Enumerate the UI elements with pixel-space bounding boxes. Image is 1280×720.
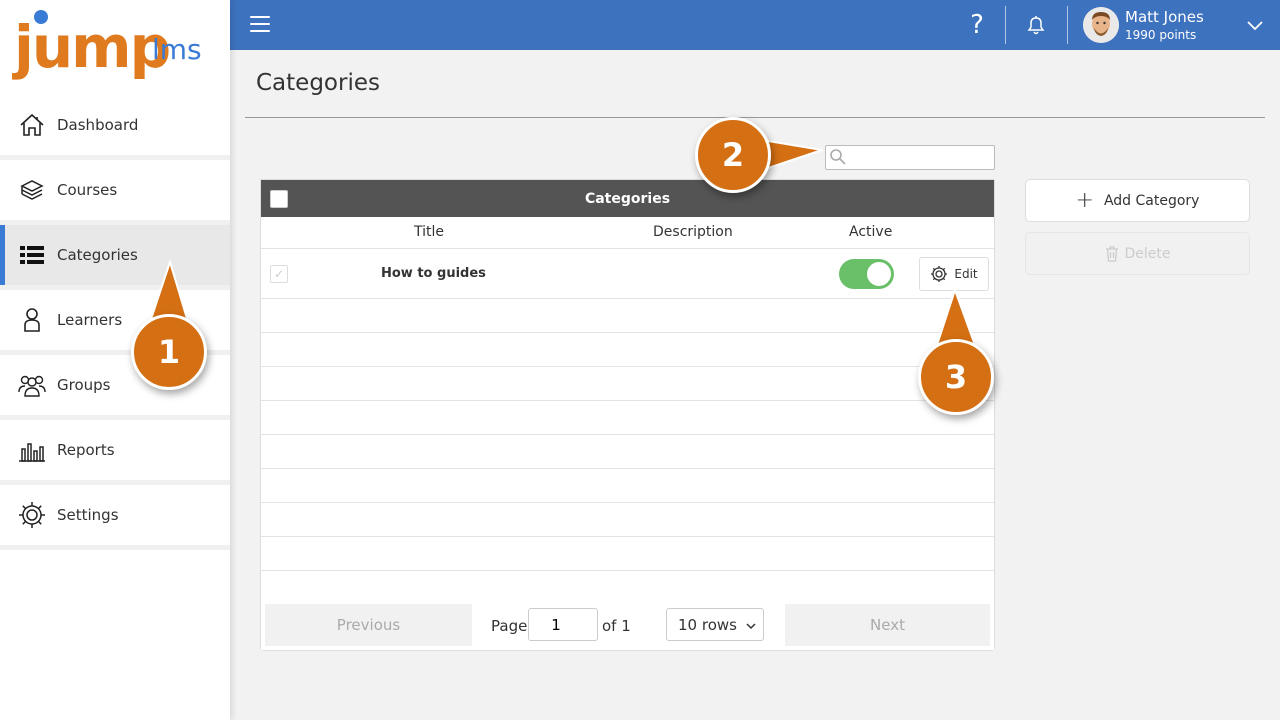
house-icon [18,111,46,139]
bar-chart-icon [18,436,46,464]
empty-row [261,537,994,571]
table-row[interactable]: ✓ How to guides Edit [261,249,994,299]
trash-icon [1105,245,1118,262]
sidebar-item-label: Reports [57,441,115,459]
callout-3: 3 [918,339,994,415]
delete-label: Delete [1124,245,1171,262]
list-icon [18,241,46,269]
column-description[interactable]: Description [653,224,733,240]
logo-secondary-text: lms [152,33,202,66]
chevron-down-icon[interactable] [1246,16,1264,34]
next-button[interactable]: Next [785,604,990,646]
sidebar-item-label: Settings [57,506,119,524]
sidebar-item-label: Learners [57,311,123,329]
column-title[interactable]: Title [414,224,444,240]
page-total-label: of 1 [602,617,631,635]
toggle-knob [867,262,891,286]
sidebar-item-label: Groups [57,376,111,394]
empty-row [261,571,994,605]
top-bar: ? Matt Jones 1990 points [230,0,1280,50]
rows-per-page-value: 10 rows [678,615,737,634]
chevron-down-icon [746,623,756,630]
empty-row [261,333,994,367]
delete-button[interactable]: Delete [1025,232,1250,275]
empty-row [261,401,994,435]
jumplms-logo[interactable]: jump lms [14,8,224,90]
active-toggle[interactable] [839,259,894,289]
sidebar-nav: Dashboard Courses Categories Learners Gr… [0,95,230,550]
add-category-label: Add Category [1103,192,1200,209]
edit-button[interactable]: Edit [919,257,989,291]
bell-icon[interactable] [1024,13,1048,37]
empty-row [261,469,994,503]
add-category-button[interactable]: + Add Category [1025,179,1250,222]
sidebar-item-label: Categories [57,246,138,264]
gear-icon [931,266,948,282]
people-icon [18,371,46,399]
title-divider [245,117,1265,118]
page-title: Categories [256,70,380,96]
column-headers: Title Description Active [261,217,994,249]
select-all-checkbox[interactable] [270,190,288,208]
previous-button[interactable]: Previous [265,604,472,646]
user-name[interactable]: Matt Jones [1125,8,1204,26]
person-icon [18,306,46,334]
page-label: Page [491,617,528,635]
empty-row [261,503,994,537]
table-header: Categories [261,180,994,217]
callout-2: 2 [695,117,771,193]
row-checkbox[interactable]: ✓ [270,265,288,283]
search-icon [829,148,847,166]
callout-1: 1 [131,314,207,390]
user-points: 1990 points [1125,28,1197,42]
avatar[interactable] [1083,7,1119,43]
hamburger-menu-icon[interactable] [250,16,270,34]
pagination: Previous Page of 1 10 rows Next [261,604,994,650]
rows-per-page-select[interactable]: 10 rows [666,608,764,641]
sidebar-item-courses[interactable]: Courses [0,160,230,225]
page-number-input[interactable] [528,608,598,641]
gear-icon [18,501,46,529]
empty-row [261,367,994,401]
table-header-title: Categories [584,190,671,207]
empty-row [261,299,994,333]
sidebar-item-categories[interactable]: Categories [0,225,230,290]
plus-icon: + [1075,187,1094,213]
topbar-divider [1067,6,1068,44]
empty-row [261,435,994,469]
edit-label: Edit [954,267,978,281]
sidebar-item-settings[interactable]: Settings [0,485,230,550]
column-active[interactable]: Active [849,224,892,240]
logo-primary-text: jump [14,13,171,81]
sidebar-item-label: Dashboard [57,116,139,134]
sidebar-item-reports[interactable]: Reports [0,420,230,485]
sidebar-item-dashboard[interactable]: Dashboard [0,95,230,160]
topbar-divider [1005,6,1006,44]
row-title: How to guides [381,266,486,281]
sidebar-item-label: Courses [57,181,118,199]
categories-table: Categories Title Description Active ✓ Ho… [260,179,995,651]
search-input[interactable] [825,145,995,170]
help-icon[interactable]: ? [964,8,990,42]
book-stack-icon [18,176,46,204]
